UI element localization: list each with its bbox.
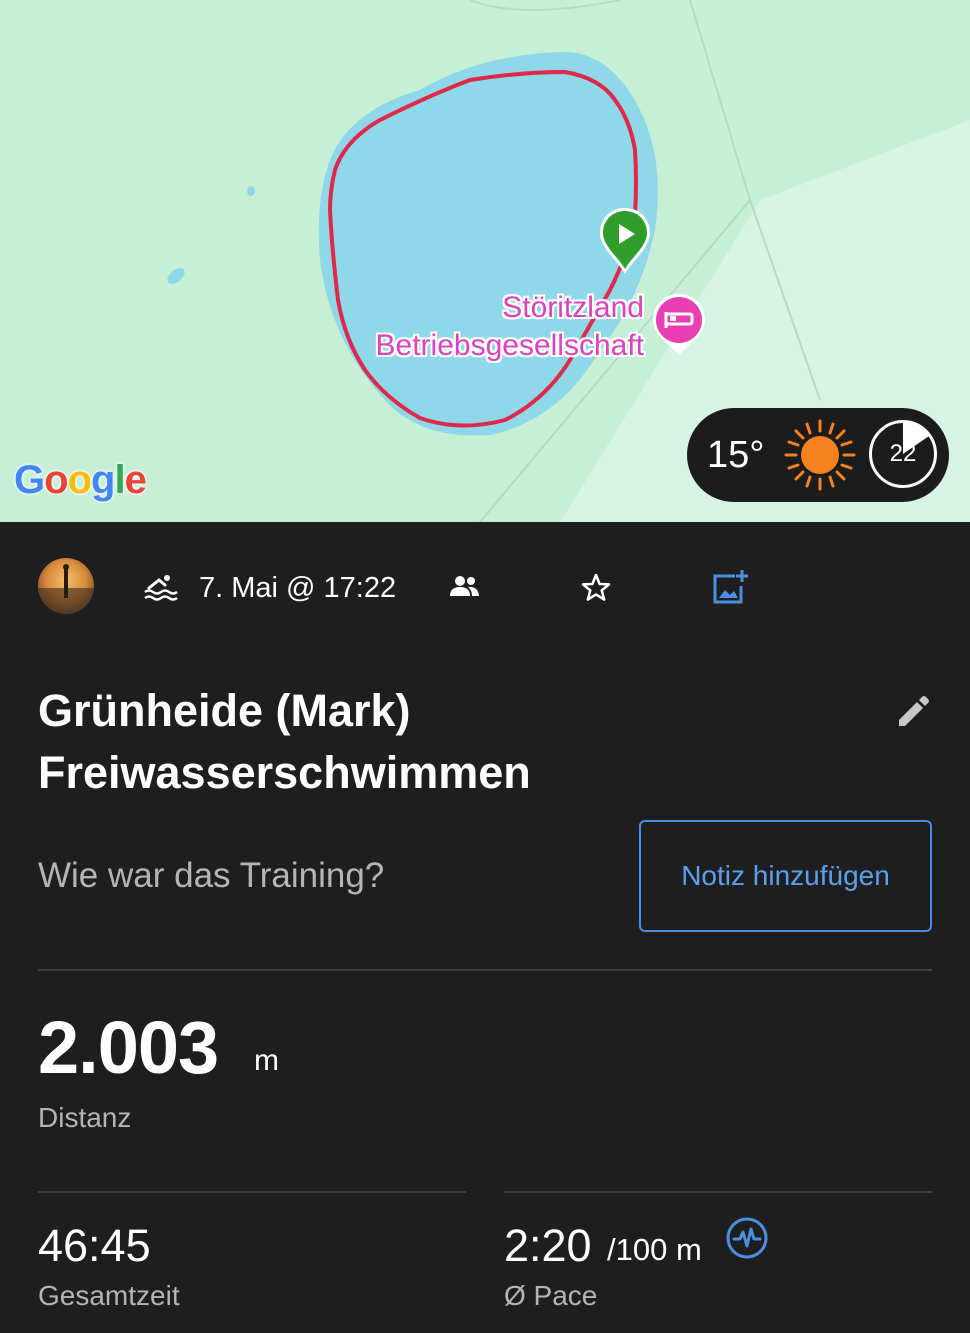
- activity-title-line2: Freiwasserschwimmen: [38, 747, 531, 798]
- divider: [38, 969, 932, 971]
- pace-info-icon[interactable]: [725, 1216, 769, 1260]
- avatar-image: [38, 564, 94, 614]
- edit-pencil-icon[interactable]: [895, 694, 931, 730]
- map[interactable]: Störitzland Betriebsgesellschaft Google …: [0, 0, 970, 522]
- wind-arc-icon: [903, 422, 929, 454]
- avatar[interactable]: [38, 558, 94, 614]
- google-logo: Google: [14, 458, 147, 502]
- training-question: Wie war das Training?: [38, 856, 385, 895]
- people-icon[interactable]: [450, 574, 480, 598]
- add-photo-icon[interactable]: [711, 570, 749, 606]
- open-water-swim-icon: [144, 575, 178, 601]
- star-icon[interactable]: [580, 572, 612, 604]
- poi-label-line2[interactable]: Betriebsgesellschaft: [344, 327, 644, 365]
- sun-icon: [784, 419, 856, 491]
- add-note-button[interactable]: Notiz hinzufügen: [639, 820, 932, 932]
- distance-value: 2.003: [38, 1006, 219, 1089]
- pace-unit: /100 m: [607, 1232, 702, 1267]
- pace-label: Ø Pace: [504, 1280, 598, 1311]
- distance-label: Distanz: [38, 1102, 132, 1133]
- total-time-value: 46:45: [38, 1220, 151, 1271]
- divider: [38, 1191, 466, 1193]
- activity-info-bar: 7. Mai @ 17:22: [0, 558, 970, 622]
- start-marker-icon[interactable]: [598, 206, 652, 276]
- pace-value: 2:20: [504, 1220, 592, 1271]
- weather-badge[interactable]: 15° 22: [687, 408, 949, 502]
- activity-title-line1: Grünheide (Mark): [38, 685, 411, 736]
- distance-unit: m: [254, 1044, 279, 1077]
- total-time-label: Gesamtzeit: [38, 1280, 180, 1311]
- divider: [504, 1191, 932, 1193]
- temperature: 15°: [707, 434, 765, 476]
- activity-title[interactable]: Grünheide (Mark) Freiwasserschwimmen: [38, 680, 531, 804]
- poi-label-line1[interactable]: Störitzland: [440, 289, 644, 327]
- hotel-marker-icon[interactable]: [650, 292, 708, 358]
- activity-datetime: 7. Mai @ 17:22: [199, 572, 397, 604]
